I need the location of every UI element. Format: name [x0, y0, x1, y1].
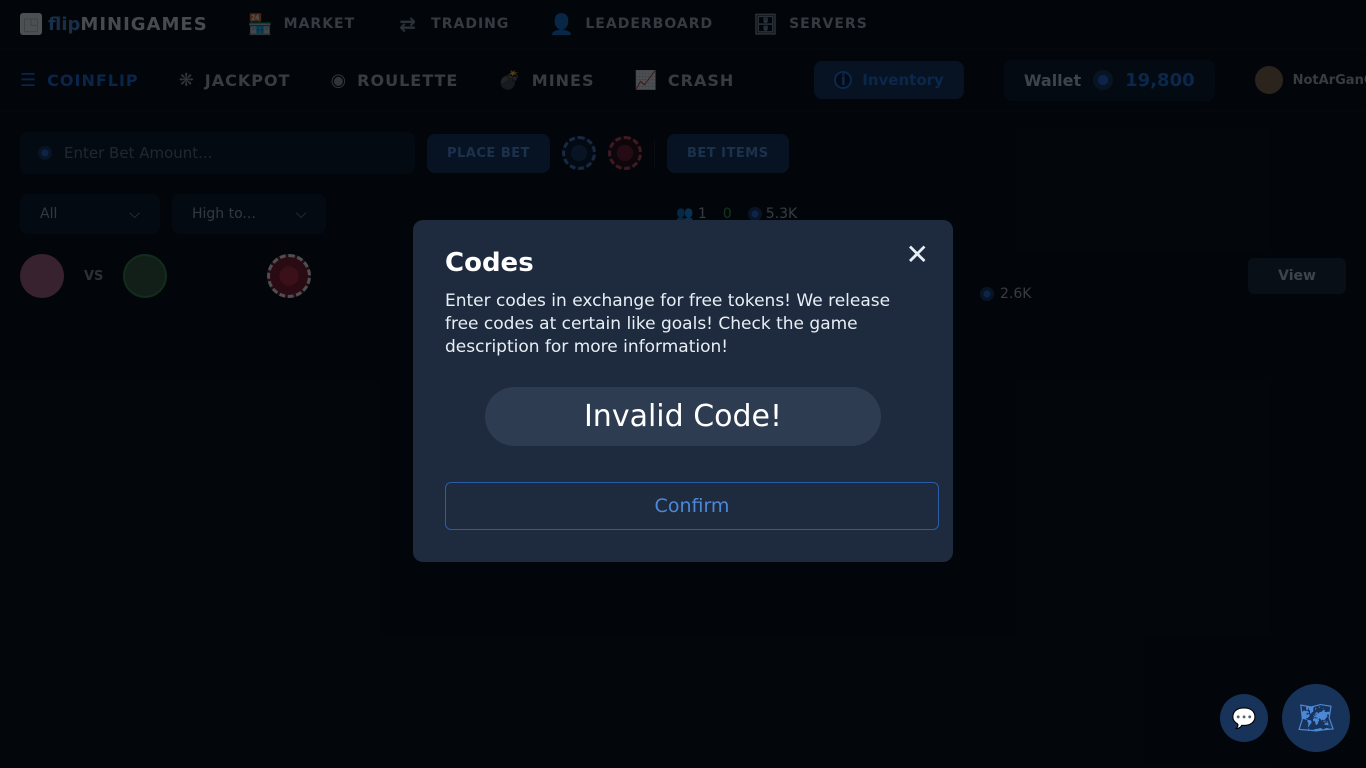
modal-description: Enter codes in exchange for free tokens!…: [445, 290, 921, 359]
modal-title: Codes: [445, 248, 921, 278]
chat-button[interactable]: 💬: [1220, 694, 1268, 742]
code-input[interactable]: Invalid Code!: [485, 387, 881, 446]
codes-modal: ✕ Codes Enter codes in exchange for free…: [413, 220, 953, 562]
chat-icon: 💬: [1232, 706, 1257, 730]
map-pin-icon: 🗺: [1297, 701, 1335, 736]
map-button[interactable]: 🗺: [1282, 684, 1350, 752]
confirm-button[interactable]: Confirm: [445, 482, 939, 530]
close-button[interactable]: ✕: [906, 238, 929, 271]
